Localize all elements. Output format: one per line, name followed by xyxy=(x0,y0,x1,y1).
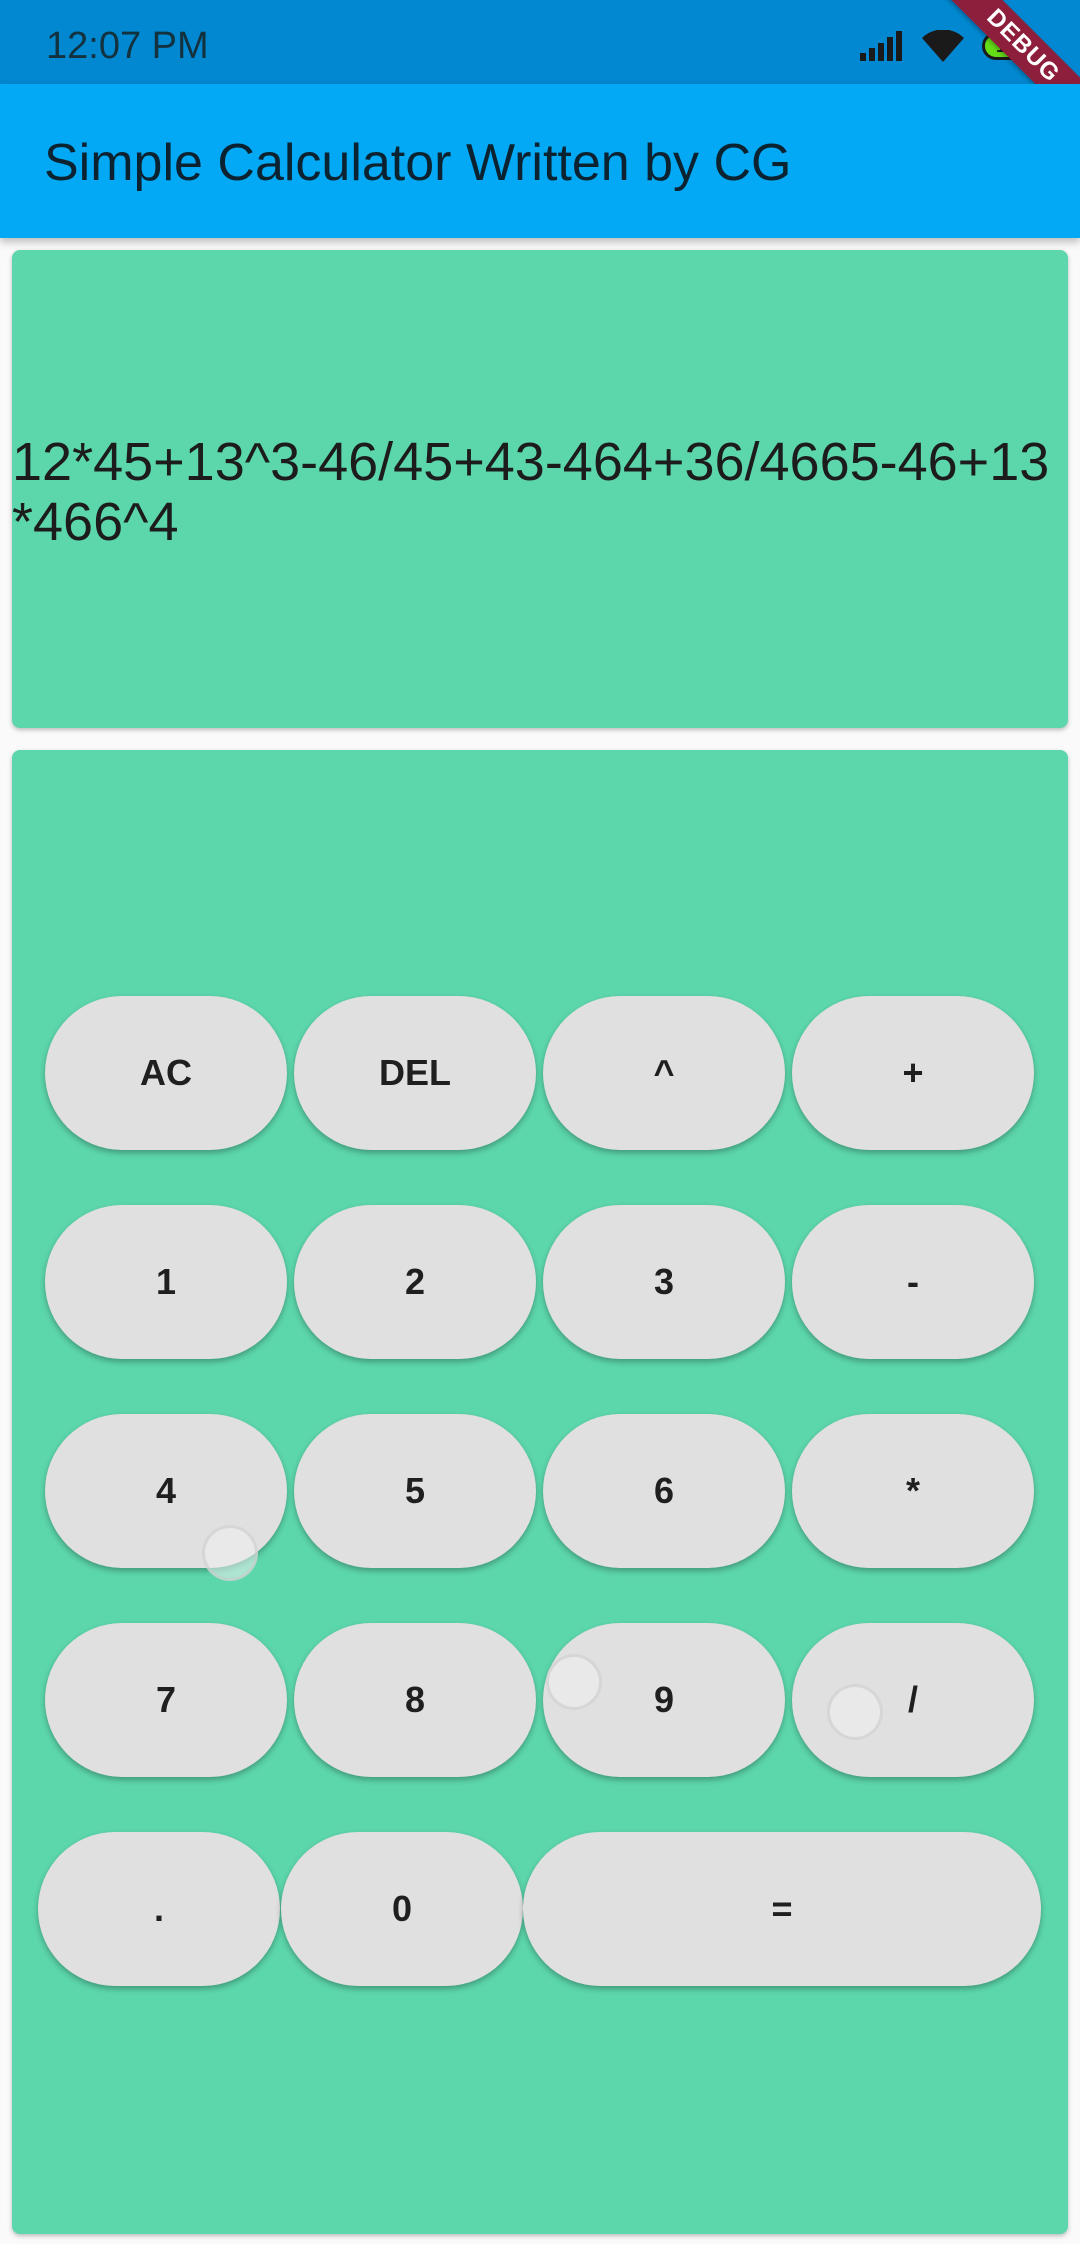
app-title: Simple Calculator Written by CG xyxy=(44,134,792,192)
touch-indicator xyxy=(202,1525,258,1581)
status-time: 12:07 PM xyxy=(46,25,209,67)
wifi-icon xyxy=(922,30,964,62)
key-6-button[interactable]: 6 xyxy=(543,1414,785,1568)
key-3-button[interactable]: 3 xyxy=(543,1205,785,1359)
key-delete-button[interactable]: DEL xyxy=(294,996,536,1150)
key-5-button[interactable]: 5 xyxy=(294,1414,536,1568)
key-clear-button[interactable]: AC xyxy=(45,996,287,1150)
key-7-button[interactable]: 7 xyxy=(45,1623,287,1777)
key-plus-button[interactable]: + xyxy=(792,996,1034,1150)
touch-indicator xyxy=(546,1654,602,1710)
keypad-card: AC DEL ^ + 1 2 3 - 4 5 6 * 7 8 9 / . 0 = xyxy=(12,750,1068,2234)
key-decimal-button[interactable]: . xyxy=(38,1832,280,1986)
key-0-button[interactable]: 0 xyxy=(281,1832,523,1986)
key-minus-button[interactable]: - xyxy=(792,1205,1034,1359)
key-power-button[interactable]: ^ xyxy=(543,996,785,1150)
app-bar: Simple Calculator Written by CG xyxy=(0,84,1080,238)
cellular-signal-icon xyxy=(860,31,902,61)
status-bar: 12:07 PM 100 xyxy=(0,0,1080,84)
key-8-button[interactable]: 8 xyxy=(294,1623,536,1777)
display-card: 12*45+13^3-46/45+43-464+36/4665-46+13*46… xyxy=(12,250,1068,728)
key-equals-button[interactable]: = xyxy=(523,1832,1041,1986)
touch-indicator xyxy=(827,1684,883,1740)
key-1-button[interactable]: 1 xyxy=(45,1205,287,1359)
key-2-button[interactable]: 2 xyxy=(294,1205,536,1359)
key-multiply-button[interactable]: * xyxy=(792,1414,1034,1568)
expression-display: 12*45+13^3-46/45+43-464+36/4665-46+13*46… xyxy=(12,432,1050,552)
